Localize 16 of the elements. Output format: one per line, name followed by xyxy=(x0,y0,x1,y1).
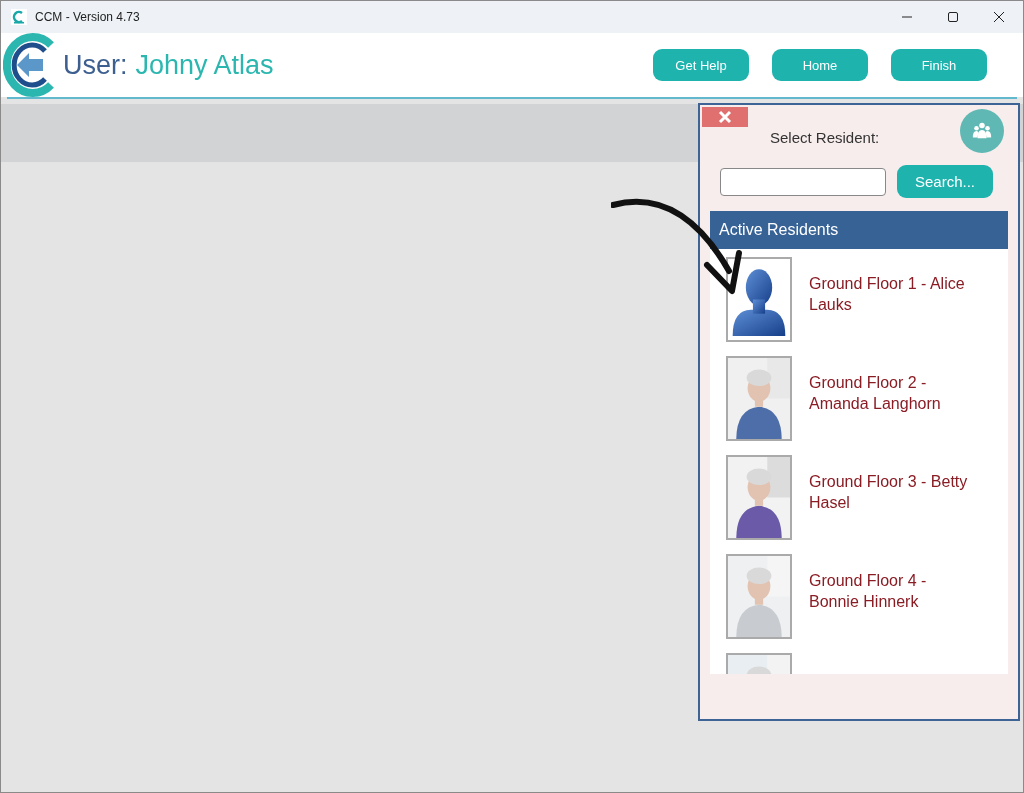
close-icon[interactable] xyxy=(993,11,1005,23)
user-label: User: xyxy=(63,49,128,81)
close-button[interactable] xyxy=(702,107,748,127)
maximize-icon[interactable] xyxy=(947,11,959,23)
panel-title: Select Resident: xyxy=(770,129,880,146)
resident-name[interactable]: Ground Floor 1 - Alice Lauks xyxy=(809,273,977,315)
app-icon xyxy=(11,9,27,25)
resident-name[interactable]: Ground Floor 4 - Bonnie Hinnerk xyxy=(809,570,977,612)
close-icon xyxy=(718,110,732,124)
window-title: CCM - Version 4.73 xyxy=(35,10,140,24)
user-name: Johny Atlas xyxy=(135,49,274,81)
list-header: Active Residents xyxy=(710,211,1008,249)
residents-button[interactable] xyxy=(960,109,1004,153)
search-field[interactable] xyxy=(720,167,886,196)
resident-name[interactable]: Ground Floor 2 - Amanda Langhorn xyxy=(809,372,977,414)
resident-name[interactable]: Ground Floor 3 - Betty Hasel xyxy=(809,471,977,513)
